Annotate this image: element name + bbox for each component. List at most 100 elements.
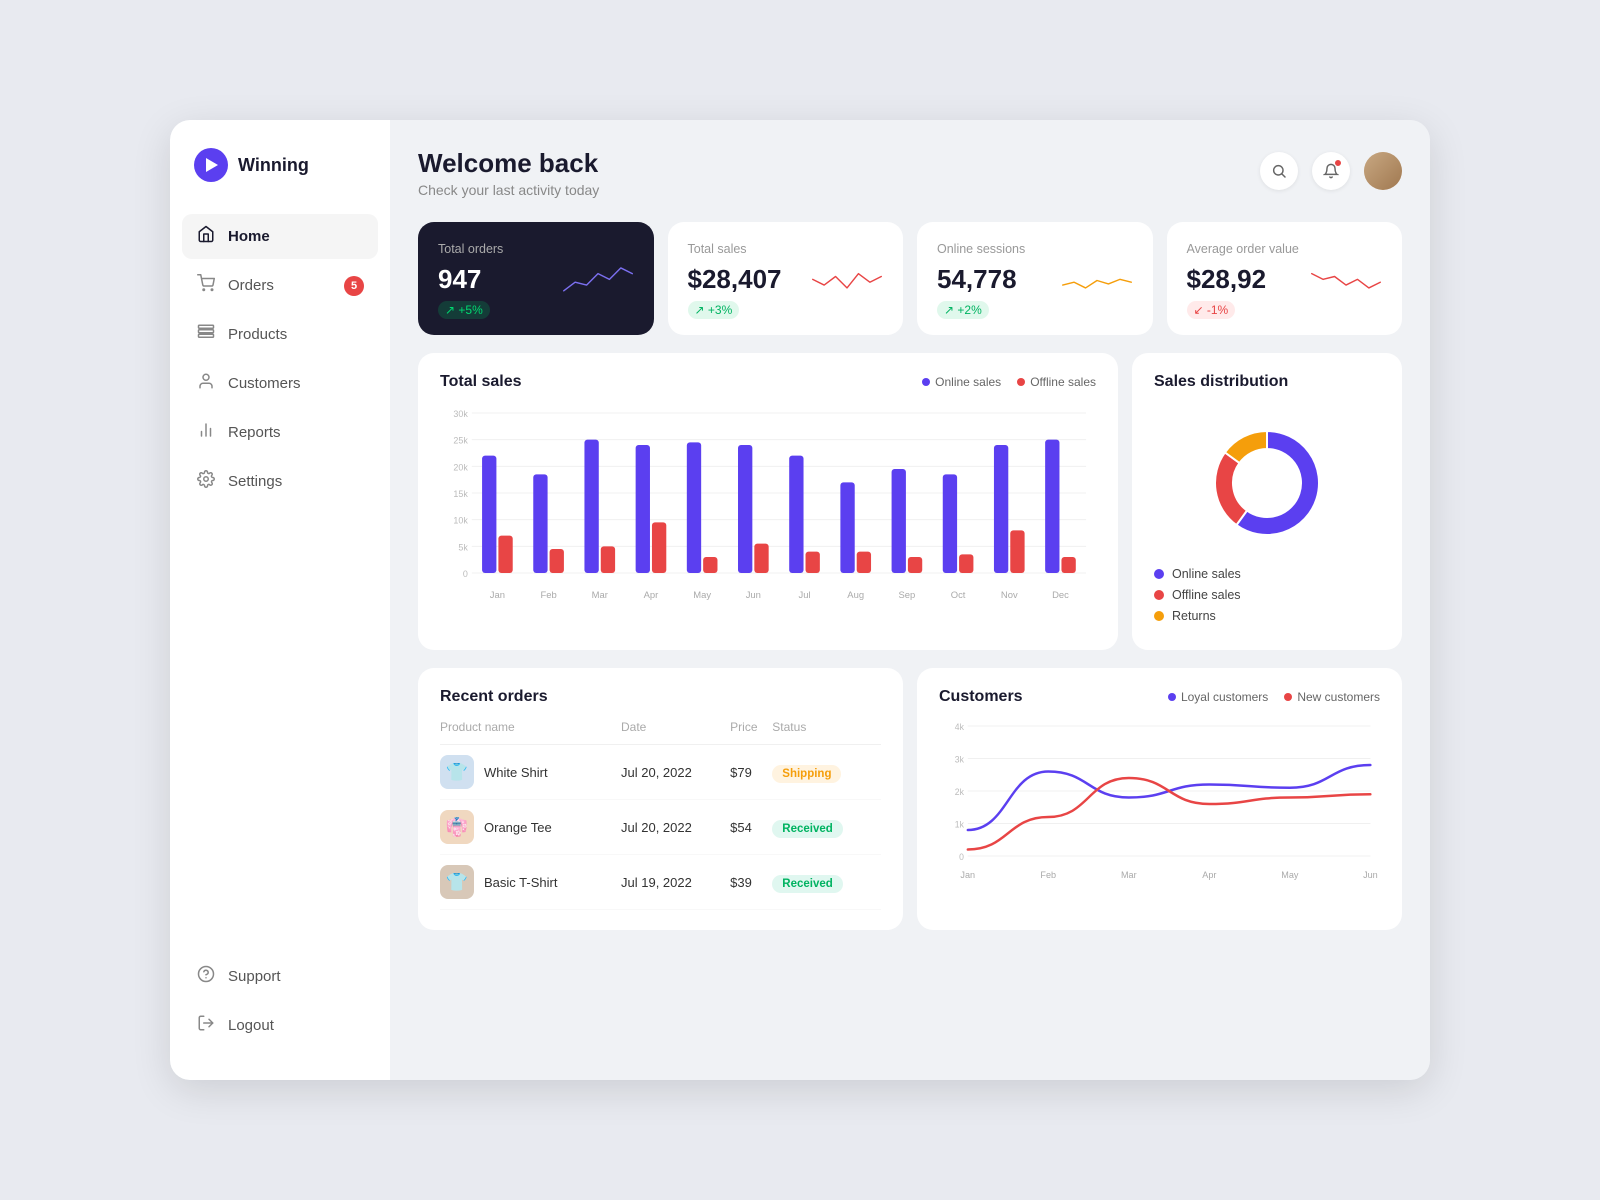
svg-text:Jul: Jul xyxy=(798,590,810,601)
sidebar-item-products[interactable]: Products xyxy=(182,312,378,357)
stat-card-avg-order-value: Average order value $28,92 ↙ -1% xyxy=(1167,222,1403,335)
nav-badge-orders: 5 xyxy=(344,276,364,296)
nav-label-products: Products xyxy=(228,326,287,343)
legend-dot xyxy=(922,378,930,386)
page-subtitle: Check your last activity today xyxy=(418,182,599,198)
logo-icon xyxy=(194,148,228,182)
header-actions xyxy=(1260,152,1402,190)
header: Welcome back Check your last activity to… xyxy=(418,148,1402,198)
donut-legend-online-sales: Online sales xyxy=(1154,567,1380,581)
support-icon xyxy=(196,965,216,988)
svg-text:Aug: Aug xyxy=(847,590,864,601)
bar-chart-area: 05k10k15k20k25k30kJanFebMarAprMayJunJulA… xyxy=(440,403,1096,603)
svg-text:Mar: Mar xyxy=(592,590,608,601)
mini-chart-online-sessions xyxy=(1057,256,1137,301)
chart-header: Total sales Online salesOffline sales xyxy=(440,373,1096,391)
svg-text:15k: 15k xyxy=(453,489,468,499)
stat-card-online-sessions: Online sessions 54,778 ↗ +2% xyxy=(917,222,1153,335)
stat-change-total-sales: ↗ +3% xyxy=(688,301,740,319)
sidebar-item-reports[interactable]: Reports xyxy=(182,410,378,455)
svg-text:1k: 1k xyxy=(955,819,965,829)
customers-title: Customers xyxy=(939,688,1023,706)
col-date: Date xyxy=(621,720,730,745)
col-product-name: Product name xyxy=(440,720,621,745)
charts-row: Total sales Online salesOffline sales 05… xyxy=(418,353,1402,650)
col-status: Status xyxy=(772,720,881,745)
svg-text:4k: 4k xyxy=(955,722,965,732)
stat-change-online-sessions: ↗ +2% xyxy=(937,301,989,319)
status-badge: Received xyxy=(772,820,843,838)
order-date: Jul 20, 2022 xyxy=(621,800,730,855)
donut-dot xyxy=(1154,611,1164,621)
mini-chart-avg-order-value xyxy=(1306,256,1386,301)
settings-icon xyxy=(196,470,216,493)
svg-text:30k: 30k xyxy=(453,409,468,419)
svg-text:Dec: Dec xyxy=(1052,590,1069,601)
user-avatar[interactable] xyxy=(1364,152,1402,190)
mini-chart-total-sales xyxy=(807,256,887,301)
status-badge: Received xyxy=(772,875,843,893)
svg-text:0: 0 xyxy=(463,569,468,579)
svg-text:Nov: Nov xyxy=(1001,590,1018,601)
svg-text:Sep: Sep xyxy=(898,590,915,601)
order-date: Jul 19, 2022 xyxy=(621,855,730,910)
legend-item-offline-sales: Offline sales xyxy=(1017,375,1096,389)
legend-dot xyxy=(1017,378,1025,386)
svg-text:Jan: Jan xyxy=(490,590,505,601)
reports-icon xyxy=(196,421,216,444)
svg-text:Feb: Feb xyxy=(1040,870,1056,880)
nav-label-logout: Logout xyxy=(228,1017,274,1034)
svg-text:Jun: Jun xyxy=(1363,870,1378,880)
svg-text:3k: 3k xyxy=(955,754,965,764)
svg-text:Jan: Jan xyxy=(960,870,975,880)
product-name: White Shirt xyxy=(484,765,548,780)
svg-text:Apr: Apr xyxy=(644,590,659,601)
notification-button[interactable] xyxy=(1312,152,1350,190)
chart-legend: Online salesOffline sales xyxy=(922,375,1096,389)
sidebar-item-logout[interactable]: Logout xyxy=(182,1003,378,1048)
svg-text:0: 0 xyxy=(959,852,964,862)
sidebar-item-customers[interactable]: Customers xyxy=(182,361,378,406)
header-text: Welcome back Check your last activity to… xyxy=(418,148,599,198)
sidebar: Winning Home Orders5 Products CustomersRepo… xyxy=(170,120,390,1080)
stat-label-online-sessions: Online sessions xyxy=(937,242,1133,256)
nav-label-home: Home xyxy=(228,228,270,245)
sales-distribution-chart: Sales distribution Online salesOffline s… xyxy=(1132,353,1402,650)
donut-area: Online salesOffline salesReturns xyxy=(1154,403,1380,630)
donut-legend-returns: Returns xyxy=(1154,609,1380,623)
products-icon xyxy=(196,323,216,346)
logo: Winning xyxy=(170,148,390,214)
home-icon xyxy=(196,225,216,248)
donut-dot xyxy=(1154,569,1164,579)
stat-change-total-orders: ↗ +5% xyxy=(438,301,490,319)
order-product: 👕 White Shirt xyxy=(440,755,621,789)
sidebar-bottom: Support Logout xyxy=(170,954,390,1052)
sidebar-item-support[interactable]: Support xyxy=(182,954,378,999)
stat-change-avg-order-value: ↙ -1% xyxy=(1187,301,1236,319)
orders-table: Product nameDatePriceStatus 👕 White Shir… xyxy=(440,720,881,910)
chart-title: Total sales xyxy=(440,373,522,391)
donut-dot xyxy=(1154,590,1164,600)
bottom-row: Recent orders Product nameDatePriceStatu… xyxy=(418,668,1402,930)
order-date: Jul 20, 2022 xyxy=(621,745,730,800)
status-badge: Shipping xyxy=(772,765,841,783)
search-button[interactable] xyxy=(1260,152,1298,190)
page-title: Welcome back xyxy=(418,148,599,179)
stat-card-total-orders: Total orders 947 ↗ +5% xyxy=(418,222,654,335)
cust-legend-item: Loyal customers xyxy=(1168,690,1268,704)
total-sales-chart: Total sales Online salesOffline sales 05… xyxy=(418,353,1118,650)
sidebar-item-settings[interactable]: Settings xyxy=(182,459,378,504)
sidebar-item-orders[interactable]: Orders5 xyxy=(182,263,378,308)
svg-text:25k: 25k xyxy=(453,436,468,446)
stat-label-avg-order-value: Average order value xyxy=(1187,242,1383,256)
svg-text:20k: 20k xyxy=(453,462,468,472)
nav-label-settings: Settings xyxy=(228,473,282,490)
sidebar-item-home[interactable]: Home xyxy=(182,214,378,259)
svg-text:2k: 2k xyxy=(955,787,965,797)
app-container: Winning HomeOrders5ProductsCustomersRepo… xyxy=(170,120,1430,1080)
dist-title: Sales distribution xyxy=(1154,373,1288,391)
customers-chart-area: 01k2k3k4kJanFebMarAprMayJun xyxy=(939,716,1380,886)
dist-chart-header: Sales distribution xyxy=(1154,373,1380,391)
order-product: 👘 Orange Tee xyxy=(440,810,621,844)
nav-items: Home Orders5 Products CustomersReports Setti… xyxy=(170,214,390,954)
